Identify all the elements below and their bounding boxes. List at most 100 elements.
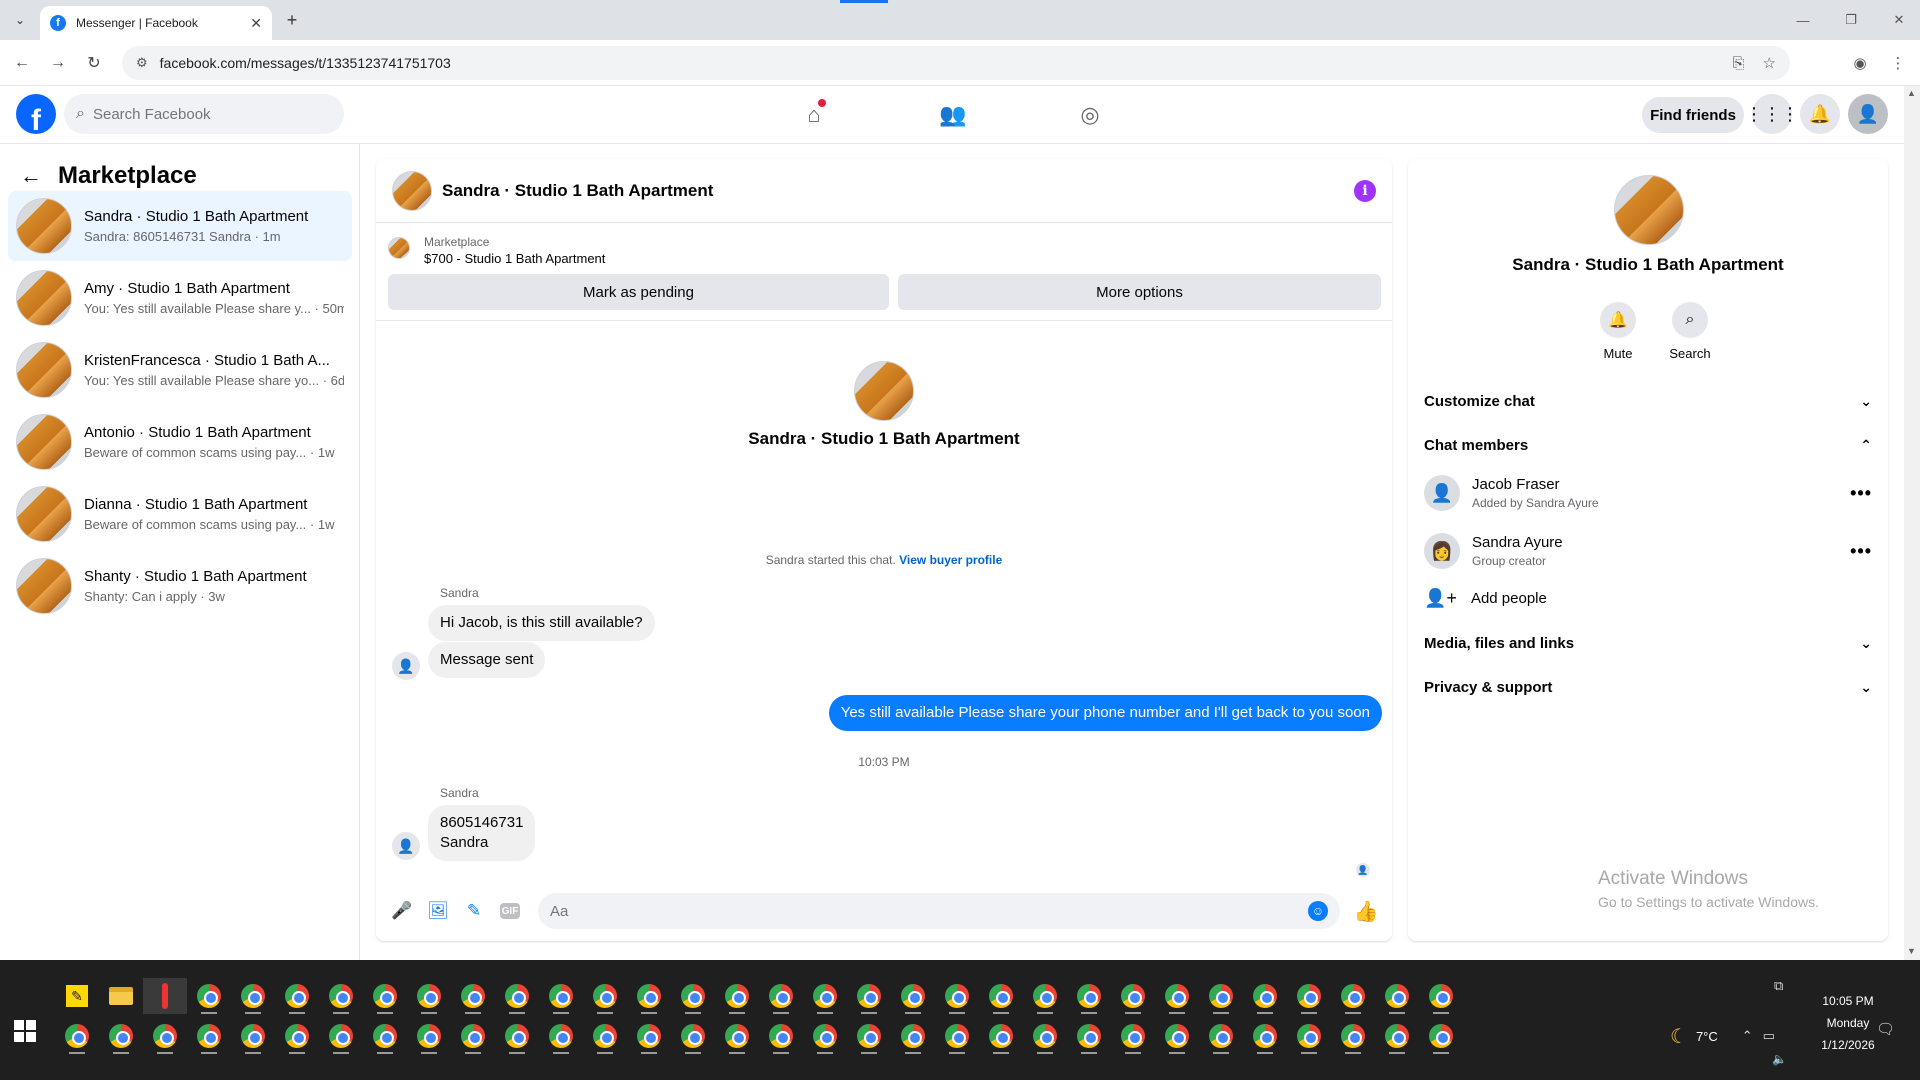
window-restore-icon[interactable]: ❐	[1836, 8, 1866, 32]
chrome-window-icon[interactable]	[1023, 978, 1067, 1014]
chrome-window-icon[interactable]	[1287, 978, 1331, 1014]
bookmark-star-icon[interactable]: ☆	[1763, 54, 1776, 72]
chrome-window-icon[interactable]	[1155, 978, 1199, 1014]
volume-icon[interactable]: 🔈	[1772, 1052, 1787, 1066]
message-input[interactable]	[550, 902, 1308, 920]
file-explorer-icon[interactable]	[99, 978, 143, 1014]
chrome-window-icon[interactable]	[1199, 1018, 1243, 1054]
chrome-window-icon[interactable]	[99, 1018, 143, 1054]
thumbs-up-icon[interactable]: 👍	[1352, 897, 1380, 925]
browser-tab-messenger[interactable]: f Messenger | Facebook ✕	[40, 6, 272, 40]
chrome-window-icon[interactable]	[1023, 1018, 1067, 1054]
chrome-window-icon[interactable]	[847, 978, 891, 1014]
search-in-chat-button[interactable]: ⌕ Search	[1660, 302, 1720, 361]
chrome-window-icon[interactable]	[715, 978, 759, 1014]
back-arrow-icon[interactable]: ←	[10, 51, 34, 75]
sticky-notes-icon[interactable]: ✎	[55, 978, 99, 1014]
page-scrollbar[interactable]: ▲ ▼	[1904, 86, 1920, 960]
chat-avatar[interactable]	[392, 170, 432, 211]
chrome-window-icon[interactable]	[187, 978, 231, 1014]
chrome-window-icon[interactable]	[1067, 1018, 1111, 1054]
chrome-window-icon[interactable]	[1375, 1018, 1419, 1054]
chrome-window-icon[interactable]	[935, 978, 979, 1014]
chrome-window-icon[interactable]	[1067, 978, 1111, 1014]
back-arrow-icon[interactable]: ←	[20, 163, 42, 189]
network-icon[interactable]: ▭	[1763, 1028, 1775, 1044]
account-avatar[interactable]: 👤	[1848, 94, 1888, 134]
facebook-logo[interactable]: f	[16, 94, 56, 134]
conversation-item-sandra[interactable]: Sandra · Studio 1 Bath Apartment Sandra:…	[8, 191, 352, 261]
chat-members-row[interactable]: Chat members ⌃	[1424, 423, 1872, 467]
member-jacob-fraser[interactable]: 👤 Jacob Fraser Added by Sandra Ayure •••	[1424, 468, 1872, 518]
taskbar-device-icon[interactable]: ⧉	[1774, 978, 1783, 994]
chrome-window-icon[interactable]	[319, 1018, 363, 1054]
chrome-window-icon[interactable]	[187, 1018, 231, 1054]
chrome-window-icon[interactable]	[979, 978, 1023, 1014]
more-options-button[interactable]: More options	[898, 274, 1381, 310]
chrome-window-icon[interactable]	[803, 978, 847, 1014]
chrome-window-icon[interactable]	[55, 1018, 99, 1054]
chrome-window-icon[interactable]	[715, 1018, 759, 1054]
chrome-window-icon[interactable]	[627, 1018, 671, 1054]
chrome-window-icon[interactable]	[1419, 978, 1463, 1014]
sender-avatar[interactable]: 👤	[392, 832, 420, 860]
conversation-item-kristenfrancesca[interactable]: KristenFrancesca · Studio 1 Bath A... Yo…	[8, 335, 352, 405]
menu-grid-icon[interactable]: ⋮⋮⋮	[1745, 94, 1799, 134]
chrome-window-icon[interactable]	[363, 978, 407, 1014]
incoming-message[interactable]: 8605146731 Sandra	[428, 805, 536, 861]
listing-price-title[interactable]: $700 - Studio 1 Bath Apartment	[424, 251, 605, 266]
scroll-down-icon[interactable]: ▼	[1907, 946, 1916, 956]
new-tab-button[interactable]: +	[280, 8, 304, 32]
notification-center-icon[interactable]: 🗨	[1876, 1020, 1895, 1038]
gif-icon[interactable]: GIF	[500, 903, 520, 919]
pinned-app-icon[interactable]	[143, 978, 187, 1014]
find-friends-button[interactable]: Find friends	[1642, 97, 1744, 133]
privacy-support-row[interactable]: Privacy & support ⌄	[1424, 665, 1872, 709]
friends-icon[interactable]: 👥	[935, 97, 971, 133]
chrome-window-icon[interactable]	[583, 1018, 627, 1054]
listing-thumbnail[interactable]	[388, 237, 410, 259]
facebook-search-box[interactable]: ⌕	[64, 94, 344, 134]
profile-icon[interactable]: ◉	[1848, 51, 1872, 75]
temperature[interactable]: 7°C	[1696, 1029, 1718, 1044]
notifications-bell-icon[interactable]: 🔔	[1800, 94, 1840, 134]
microphone-icon[interactable]: 🎤	[388, 897, 416, 925]
chrome-window-icon[interactable]	[1331, 1018, 1375, 1054]
chrome-window-icon[interactable]	[407, 978, 451, 1014]
more-options-icon[interactable]: •••	[1850, 541, 1872, 562]
chrome-window-icon[interactable]	[1331, 978, 1375, 1014]
sender-avatar[interactable]: 👤	[392, 652, 420, 680]
photo-icon[interactable]: 🖼	[424, 897, 452, 925]
chrome-window-icon[interactable]	[451, 1018, 495, 1054]
reload-icon[interactable]: ↻	[82, 51, 106, 75]
chrome-window-icon[interactable]	[495, 1018, 539, 1054]
install-app-icon[interactable]: ⎘	[1733, 55, 1745, 72]
chrome-window-icon[interactable]	[979, 1018, 1023, 1054]
chrome-window-icon[interactable]	[143, 1018, 187, 1054]
emoji-icon[interactable]: ☺	[1308, 901, 1328, 921]
conversation-item-amy[interactable]: Amy · Studio 1 Bath Apartment You: Yes s…	[8, 263, 352, 333]
chrome-window-icon[interactable]	[671, 1018, 715, 1054]
chrome-window-icon[interactable]	[231, 978, 275, 1014]
mute-button[interactable]: 🔔 Mute	[1588, 302, 1648, 361]
chrome-window-icon[interactable]	[319, 978, 363, 1014]
chrome-window-icon[interactable]	[539, 1018, 583, 1054]
tab-close-icon[interactable]: ✕	[250, 15, 262, 32]
chrome-window-icon[interactable]	[1111, 978, 1155, 1014]
customize-chat-row[interactable]: Customize chat ⌄	[1424, 379, 1872, 423]
chrome-window-icon[interactable]	[1243, 1018, 1287, 1054]
chrome-window-icon[interactable]	[671, 978, 715, 1014]
conversation-item-antonio[interactable]: Antonio · Studio 1 Bath Apartment Beware…	[8, 407, 352, 477]
chrome-window-icon[interactable]	[275, 1018, 319, 1054]
chrome-window-icon[interactable]	[935, 1018, 979, 1054]
chrome-window-icon[interactable]	[495, 978, 539, 1014]
chrome-window-icon[interactable]	[1111, 1018, 1155, 1054]
browser-menu-icon[interactable]: ⋮	[1886, 51, 1910, 75]
window-minimize-icon[interactable]: —	[1788, 8, 1818, 32]
chrome-window-icon[interactable]	[759, 978, 803, 1014]
outgoing-message[interactable]: Yes still available Please share your ph…	[828, 695, 1382, 731]
windows-start-icon[interactable]	[14, 1020, 36, 1042]
incoming-message[interactable]: Hi Jacob, is this still available?	[428, 605, 655, 641]
groups-icon[interactable]: ◎	[1072, 97, 1108, 133]
chat-title[interactable]: Sandra · Studio 1 Bath Apartment	[442, 181, 1354, 201]
